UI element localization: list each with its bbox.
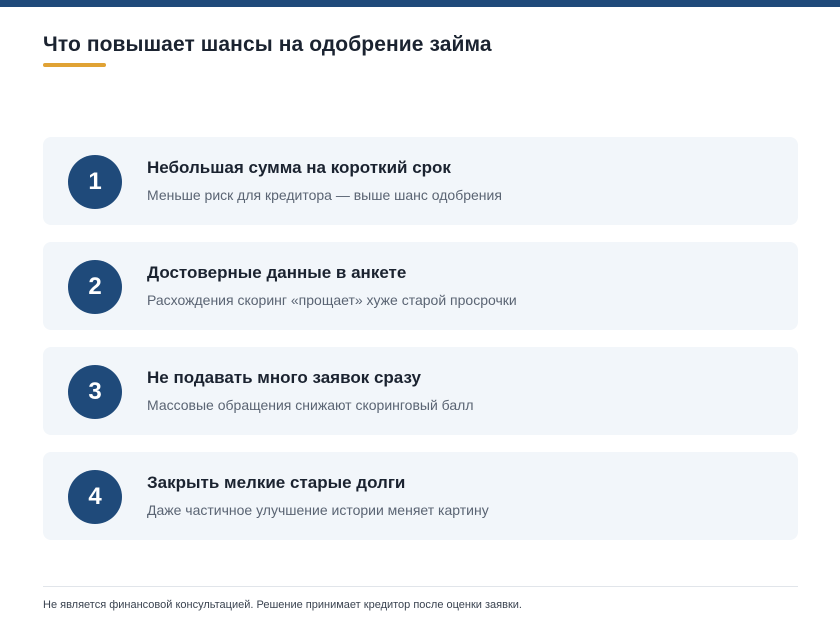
tip-number-badge: 4 [68, 470, 122, 524]
tips-list: 1 Небольшая сумма на короткий срок Меньш… [43, 137, 798, 557]
tip-card-2: 2 Достоверные данные в анкете Расхождени… [43, 242, 798, 330]
tip-description: Массовые обращения снижают скоринговый б… [147, 397, 474, 413]
footer-divider [43, 586, 798, 587]
tip-title: Не подавать много заявок сразу [147, 368, 421, 387]
tip-description: Расхождения скоринг «прощает» хуже старо… [147, 292, 517, 308]
tip-number-badge: 3 [68, 365, 122, 419]
tip-card-4: 4 Закрыть мелкие старые долги Даже части… [43, 452, 798, 540]
tip-number-badge: 2 [68, 260, 122, 314]
tip-title: Закрыть мелкие старые долги [147, 473, 406, 492]
title-underline [43, 63, 106, 67]
tip-description: Даже частичное улучшение истории меняет … [147, 502, 489, 518]
tip-description: Меньше риск для кредитора — выше шанс од… [147, 187, 502, 203]
tip-card-1: 1 Небольшая сумма на короткий срок Меньш… [43, 137, 798, 225]
top-accent-bar [0, 0, 840, 7]
disclaimer-text: Не является финансовой консультацией. Ре… [43, 599, 522, 611]
tip-title: Достоверные данные в анкете [147, 263, 407, 282]
tip-number-badge: 1 [68, 155, 122, 209]
tip-card-3: 3 Не подавать много заявок сразу Массовы… [43, 347, 798, 435]
tip-title: Небольшая сумма на короткий срок [147, 158, 451, 177]
page-title: Что повышает шансы на одобрение займа [43, 33, 492, 56]
